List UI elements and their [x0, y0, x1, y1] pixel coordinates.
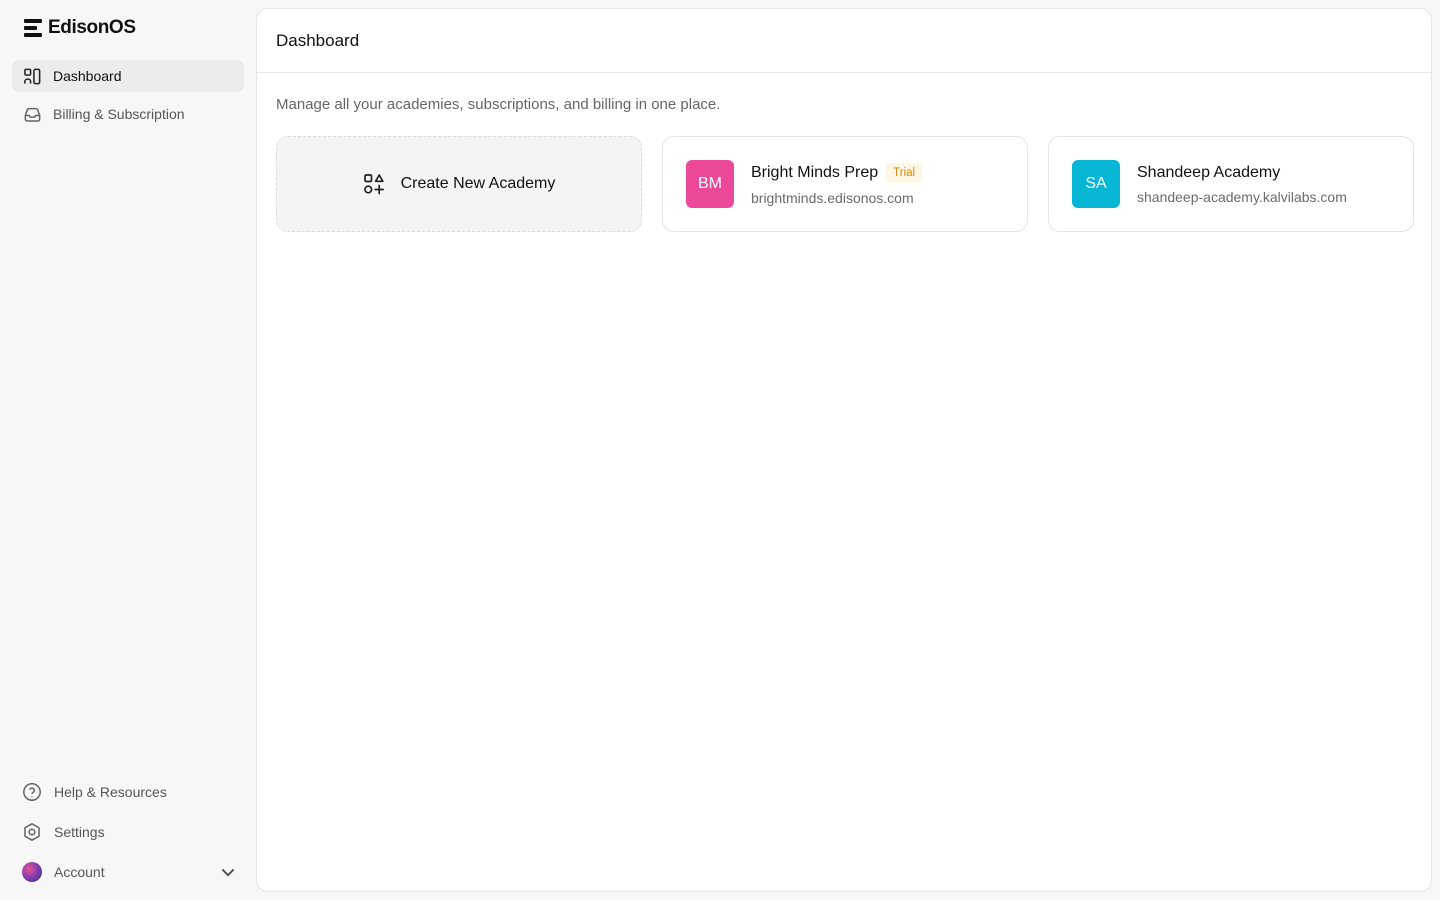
- academy-initials-badge: SA: [1072, 160, 1120, 208]
- avatar: [22, 862, 42, 882]
- page-header: Dashboard: [257, 9, 1431, 73]
- academy-card-bright-minds[interactable]: BM Bright Minds Prep Trial brightminds.e…: [662, 136, 1028, 232]
- main-panel: Dashboard Manage all your academies, sub…: [256, 8, 1432, 892]
- academy-initials-badge: BM: [686, 160, 734, 208]
- gear-icon: [24, 822, 40, 842]
- chevron-down-icon[interactable]: [218, 862, 238, 882]
- sidebar-nav: Dashboard Billing & Subscription: [12, 60, 244, 136]
- shapes-plus-icon: [363, 174, 384, 195]
- account-label: Account: [54, 864, 105, 880]
- sidebar-item-dashboard[interactable]: Dashboard: [12, 60, 244, 92]
- brand-logo[interactable]: EdisonOS: [24, 17, 136, 39]
- brand-name: EdisonOS: [48, 17, 136, 38]
- academy-domain: shandeep-academy.kalvilabs.com: [1137, 188, 1347, 205]
- edison-logo-icon: [24, 19, 42, 37]
- academy-card-shandeep[interactable]: SA Shandeep Academy shandeep-academy.kal…: [1048, 136, 1414, 232]
- academy-name: Shandeep Academy: [1137, 163, 1281, 181]
- academy-info: Shandeep Academy shandeep-academy.kalvil…: [1137, 164, 1347, 205]
- sidebar: EdisonOS Dashboard Billing & Subscriptio…: [0, 0, 256, 900]
- academy-domain: brightminds.edisonos.com: [751, 189, 914, 206]
- help-resources-link[interactable]: Help & Resources: [12, 776, 244, 808]
- page-subtitle: Manage all your academies, subscriptions…: [276, 96, 721, 113]
- sidebar-item-label: Dashboard: [53, 68, 122, 84]
- academy-name: Bright Minds Prep: [751, 163, 879, 181]
- page-title: Dashboard: [276, 30, 360, 50]
- sidebar-item-label: Billing & Subscription: [53, 106, 185, 122]
- settings-link[interactable]: Settings: [12, 816, 244, 848]
- create-academy-label: Create New Academy: [400, 175, 556, 192]
- sidebar-footer: Help & Resources Settings Account: [12, 776, 244, 896]
- help-circle-icon: [23, 783, 41, 801]
- create-academy-button[interactable]: Create New Academy: [276, 136, 642, 232]
- inbox-tray-icon: [24, 107, 41, 122]
- sidebar-item-billing[interactable]: Billing & Subscription: [12, 98, 244, 130]
- academy-info: Bright Minds Prep Trial brightminds.edis…: [751, 162, 923, 206]
- account-menu[interactable]: Account: [12, 856, 244, 888]
- help-resources-label: Help & Resources: [54, 784, 167, 800]
- trial-badge: Trial: [886, 162, 923, 183]
- academy-cards: Create New Academy BM Bright Minds Prep …: [276, 136, 1414, 232]
- academy-name-row: Shandeep Academy: [1137, 164, 1347, 182]
- dashboard-icon: [24, 68, 41, 84]
- academy-name-row: Bright Minds Prep Trial: [751, 162, 923, 183]
- settings-label: Settings: [54, 824, 105, 840]
